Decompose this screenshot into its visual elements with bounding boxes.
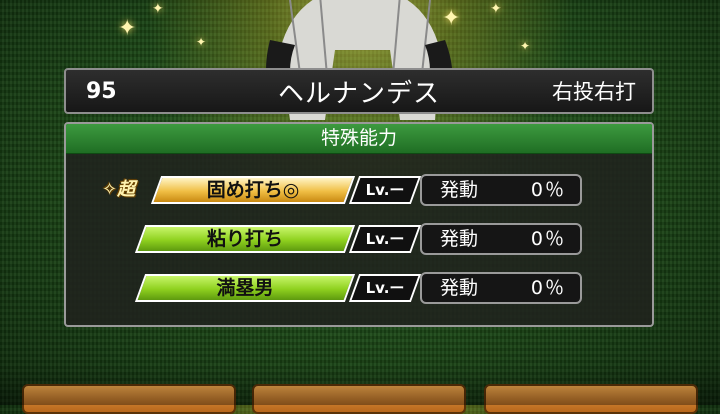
- sparkle-icon: ✦: [490, 1, 502, 17]
- activation-value: 0％: [530, 228, 566, 250]
- special-abilities-panel: 特殊能力 ✧超 固め打ち◎ Lv.ー 発動 0％ 粘り打ち Lv.ー 発動 0％…: [64, 122, 654, 327]
- bottom-shade: [0, 365, 720, 405]
- activation-value: 0％: [530, 179, 566, 201]
- ability-name: 粘り打ち: [206, 228, 283, 250]
- throws-bats: 右投右打: [552, 80, 636, 104]
- sparkle-icon: ✦: [520, 39, 531, 53]
- ability-level: Lv.ー: [365, 230, 405, 248]
- activation-label: 発動: [440, 228, 479, 250]
- activation-rate: 発動 0％: [420, 272, 582, 304]
- ability-row[interactable]: 粘り打ち Lv.ー 発動 0％: [66, 223, 652, 257]
- ability-name: 満塁男: [216, 277, 274, 299]
- player-name-bar: 95 ヘルナンデス 右投右打: [64, 68, 654, 114]
- ability-row[interactable]: ✧超 固め打ち◎ Lv.ー 発動 0％: [66, 174, 652, 208]
- activation-value: 0％: [530, 277, 566, 299]
- activation-label: 発動: [440, 179, 479, 201]
- panel-title: 特殊能力: [66, 124, 652, 154]
- ability-level: Lv.ー: [365, 279, 405, 297]
- activation-label: 発動: [440, 277, 479, 299]
- ability-level: Lv.ー: [365, 181, 405, 199]
- ability-name: 固め打ち◎: [206, 179, 300, 201]
- activation-rate: 発動 0％: [420, 223, 582, 255]
- sparkle-icon: ✦: [442, 6, 461, 31]
- activation-rate: 発動 0％: [420, 174, 582, 206]
- star-badge-icon: ✧超: [102, 179, 136, 200]
- sparkle-icon: ✦: [196, 35, 207, 49]
- sparkle-icon: ✦: [152, 1, 164, 17]
- sparkle-icon: ✦: [118, 16, 137, 41]
- ability-row[interactable]: 満塁男 Lv.ー 発動 0％: [66, 272, 652, 306]
